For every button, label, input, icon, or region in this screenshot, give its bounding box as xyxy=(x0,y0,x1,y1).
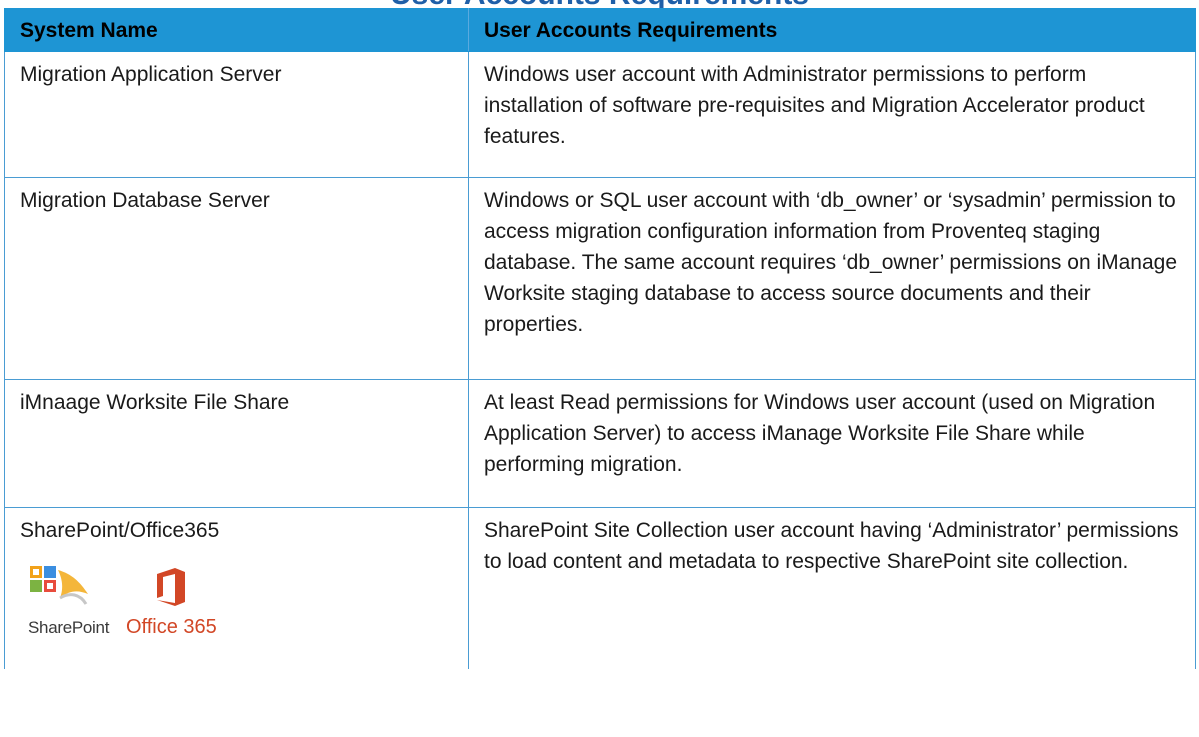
table-row: iMnaage Worksite File Share At least Rea… xyxy=(4,379,1196,508)
system-name-cell: Migration Database Server xyxy=(4,177,469,380)
table-row: SharePoint/Office365 SharePoint Office 3… xyxy=(4,507,1196,669)
column-header-system-name: System Name xyxy=(4,8,469,52)
section-heading-text: User Accounts Requirements xyxy=(0,0,1199,8)
requirement-cell: Windows user account with Administrator … xyxy=(468,51,1196,178)
sharepoint-logo: SharePoint xyxy=(28,564,109,643)
section-heading: User Accounts Requirements xyxy=(0,0,1199,8)
requirement-cell: Windows or SQL user account with ‘db_own… xyxy=(468,177,1196,380)
office-365-logo-icon xyxy=(157,568,186,606)
system-name-cell: Migration Application Server xyxy=(4,51,469,178)
sharepoint-logo-icon xyxy=(30,566,88,605)
requirement-cell: SharePoint Site Collection user account … xyxy=(468,507,1196,669)
requirement-cell: At least Read permissions for Windows us… xyxy=(468,379,1196,508)
column-header-requirements: User Accounts Requirements xyxy=(468,8,1196,52)
logo-group: SharePoint Office 365 xyxy=(20,564,452,643)
office-365-logo-text: Office 365 xyxy=(126,616,217,638)
table-row: Migration Application Server Windows use… xyxy=(4,51,1196,178)
office-365-logo: Office 365 xyxy=(126,566,217,643)
system-name-cell: iMnaage Worksite File Share xyxy=(4,379,469,508)
table-header-row: System Name User Accounts Requirements xyxy=(4,8,1196,52)
sharepoint-logo-text: SharePoint xyxy=(28,618,110,637)
table-row: Migration Database Server Windows or SQL… xyxy=(4,177,1196,380)
system-name-text: SharePoint/Office365 xyxy=(20,519,220,542)
requirements-table: System Name User Accounts Requirements M… xyxy=(4,8,1196,669)
system-name-cell: SharePoint/Office365 SharePoint Office 3… xyxy=(4,507,469,669)
